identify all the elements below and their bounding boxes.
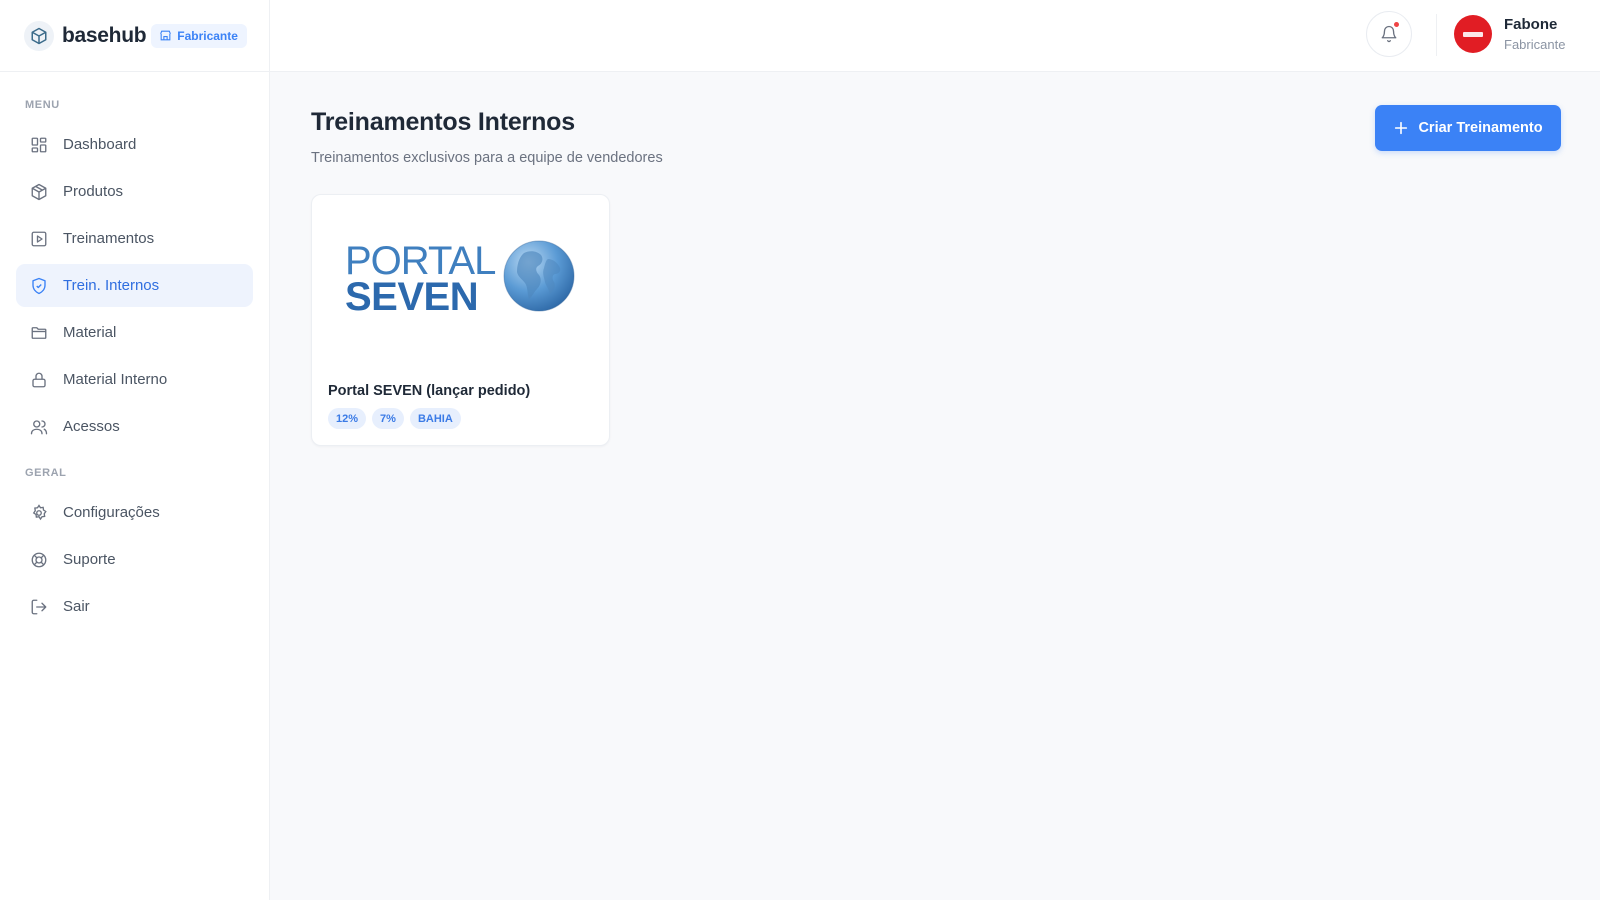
logo-text-seven: SEVEN	[345, 275, 479, 319]
plus-icon	[1395, 121, 1408, 135]
notifications-button[interactable]	[1366, 11, 1412, 57]
topbar: Fabone Fabricante	[270, 0, 1600, 72]
training-card-title: Portal SEVEN (lançar pedido)	[328, 383, 531, 399]
avatar-logo	[1463, 31, 1483, 37]
users-icon	[29, 417, 49, 437]
sidebar-item-label: Sair	[63, 598, 90, 615]
page-subtitle: Treinamentos exclusivos para a equipe de…	[311, 150, 663, 166]
page-title: Treinamentos Internos	[311, 108, 575, 136]
tag-badge: 12%	[328, 408, 367, 429]
folder-icon	[29, 323, 49, 343]
user-role: Fabricante	[1504, 37, 1566, 52]
sidebar-item-produtos[interactable]: Produtos	[16, 170, 253, 213]
sidebar-item-trein-internos[interactable]: Trein. Internos	[16, 264, 253, 307]
sidebar-item-suporte[interactable]: Suporte	[16, 538, 253, 581]
sidebar-item-sair[interactable]: Sair	[16, 585, 253, 628]
sidebar-item-label: Material Interno	[63, 371, 168, 388]
sidebar: basehub Fabricante MENU Dashboard Produt…	[0, 0, 270, 900]
store-icon	[160, 30, 172, 41]
role-badge-label: Fabricante	[177, 28, 238, 43]
sidebar-item-configuracoes[interactable]: Configurações	[16, 491, 253, 534]
sidebar-item-label: Trein. Internos	[63, 277, 160, 294]
create-training-button[interactable]: Criar Treinamento	[1375, 105, 1561, 151]
grid-icon	[29, 135, 49, 155]
tag-badge: BAHIA	[409, 408, 461, 429]
geral-section-label: GERAL	[25, 467, 67, 479]
sidebar-item-label: Material	[63, 324, 117, 341]
sidebar-item-material[interactable]: Material	[16, 311, 253, 354]
training-card-tags: 12% 7% BAHIA	[328, 408, 461, 429]
lifebuoy-icon	[29, 550, 49, 570]
globe-icon	[503, 240, 575, 312]
notification-dot	[1394, 22, 1399, 27]
shield-check-icon	[29, 276, 49, 296]
sidebar-item-acessos[interactable]: Acessos	[16, 405, 253, 448]
brand: basehub Fabricante	[0, 0, 269, 72]
sidebar-item-label: Dashboard	[63, 136, 137, 153]
training-card[interactable]: PORTAL SEVEN Portal SEVEN (lançar pedido…	[311, 194, 610, 446]
sidebar-item-label: Configurações	[63, 504, 160, 521]
sidebar-item-label: Acessos	[63, 418, 120, 435]
lock-icon	[29, 370, 49, 390]
tag-badge: 7%	[372, 408, 404, 429]
sidebar-item-label: Suporte	[63, 551, 116, 568]
logout-icon	[29, 597, 49, 617]
bell-icon	[1381, 25, 1397, 43]
avatar[interactable]	[1454, 15, 1492, 53]
sidebar-item-dashboard[interactable]: Dashboard	[16, 123, 253, 166]
gear-icon	[29, 503, 49, 523]
cube-icon	[24, 20, 54, 51]
sidebar-item-label: Produtos	[63, 183, 124, 200]
box-icon	[29, 182, 49, 202]
role-badge: Fabricante	[151, 23, 247, 48]
topbar-divider	[1436, 14, 1437, 56]
create-training-label: Criar Treinamento	[1418, 120, 1543, 136]
training-card-image: PORTAL SEVEN	[312, 195, 609, 365]
sidebar-item-label: Treinamentos	[63, 230, 155, 247]
menu-section-label: MENU	[25, 99, 60, 111]
brand-name: basehub	[62, 23, 147, 47]
user-name: Fabone	[1504, 16, 1558, 33]
sidebar-item-treinamentos[interactable]: Treinamentos	[16, 217, 253, 260]
sidebar-item-material-interno[interactable]: Material Interno	[16, 358, 253, 401]
play-square-icon	[29, 229, 49, 249]
